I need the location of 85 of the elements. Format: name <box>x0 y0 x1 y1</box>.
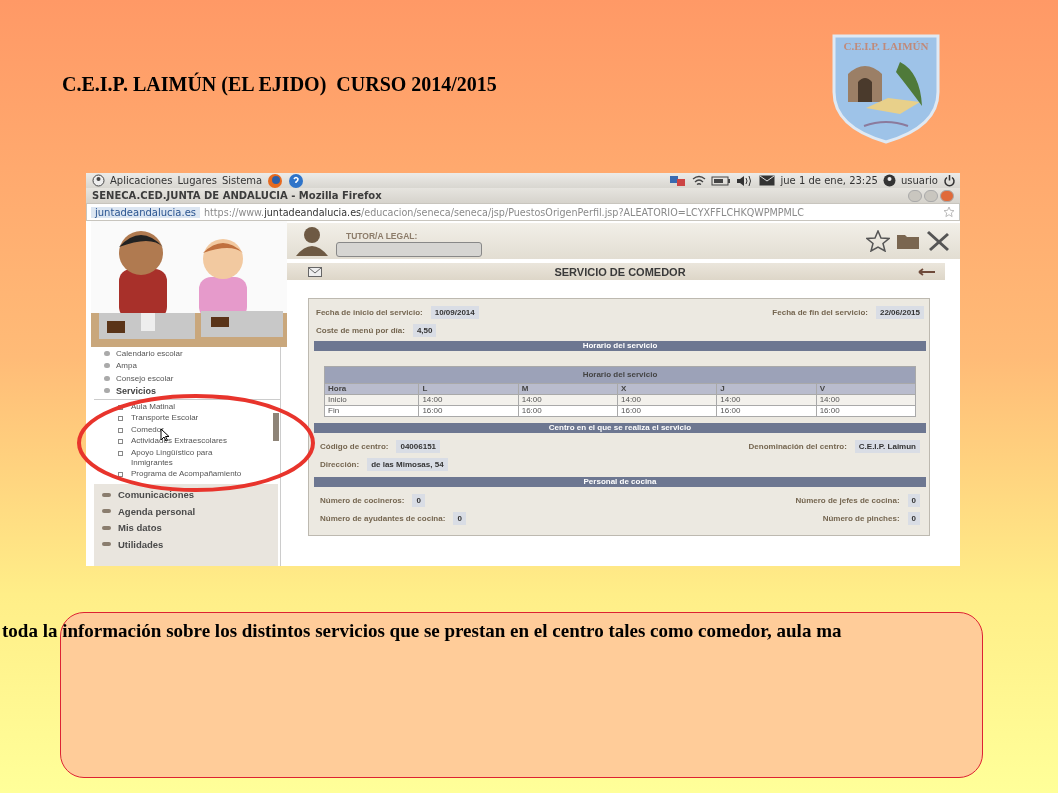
sidebar-subitem[interactable]: Comedor <box>131 424 164 435</box>
sidebar-section[interactable]: Utilidades <box>118 538 164 550</box>
field-value: 10/09/2014 <box>430 305 479 319</box>
table-cell: 16:00 <box>418 405 519 417</box>
field-value: 0 <box>453 511 466 525</box>
table-title: Horario del servicio <box>324 366 916 384</box>
back-arrow-icon[interactable] <box>918 267 936 276</box>
tutor-label: TUTOR/A LEGAL: <box>345 231 419 241</box>
field-label: Número de cocineros: <box>320 495 405 505</box>
network-icon[interactable] <box>669 174 688 187</box>
column-header: L <box>418 383 519 395</box>
slide-title: C.E.I.P. LAIMÚN (EL EJIDO) CURSO 2014/2015 <box>62 73 498 96</box>
section-header: Horario del servicio <box>314 341 926 351</box>
scroll-handle[interactable] <box>273 413 279 441</box>
site-identity[interactable]: juntadeandalucia.es <box>91 206 200 218</box>
sidebar-item[interactable]: Ampa <box>116 361 137 371</box>
sidebar-section[interactable]: Agenda personal <box>118 505 196 517</box>
table-cell: Inicio <box>324 394 419 406</box>
field-label: Número de pinches: <box>822 513 900 523</box>
clock[interactable]: jue 1 de ene, 23:25 <box>780 175 878 186</box>
sidebar-item[interactable]: Servicios <box>116 385 157 396</box>
star-icon[interactable] <box>866 230 890 252</box>
table-cell: 16:00 <box>816 405 916 417</box>
column-header: V <box>816 383 916 395</box>
table-cell: 16:00 <box>518 405 618 417</box>
panel-menu[interactable]: Lugares <box>177 175 217 186</box>
firefox-icon[interactable] <box>267 173 284 189</box>
field-value: 22/06/2015 <box>875 305 924 319</box>
field-label: Fecha de fin del servicio: <box>772 307 868 317</box>
tools-icon[interactable] <box>926 230 950 252</box>
field-label: Denominación del centro: <box>748 441 847 451</box>
user-name[interactable]: usuario <box>900 175 938 186</box>
table-cell: 14:00 <box>816 394 916 406</box>
field-value: C.E.I.P. Laimun <box>854 439 920 453</box>
bookmark-star-icon[interactable] <box>943 206 955 218</box>
battery-icon[interactable] <box>711 175 732 186</box>
sidebar-subitem[interactable]: Programa de Acompañamiento <box>131 469 242 479</box>
envelope-icon[interactable] <box>308 266 322 277</box>
power-icon[interactable] <box>943 174 956 187</box>
url-text: https://www.juntadeandalucia.es/educacion/seneca/seneca/jsp/PuestosOrigenPerfil.jsp?ALEATORIO=LCYXFFLCHKQWPMPMLC <box>204 206 804 218</box>
section-title: SERVICIO DE COMEDOR <box>553 265 687 278</box>
column-header: M <box>518 383 618 395</box>
column-header: Hora <box>324 383 419 395</box>
table-cell: 14:00 <box>617 394 717 406</box>
table-cell: Fin <box>324 405 419 417</box>
sidebar-item[interactable]: Consejo escolar <box>116 373 174 383</box>
field-value: 4,50 <box>412 323 437 337</box>
wifi-icon[interactable] <box>692 174 707 187</box>
table-cell: 16:00 <box>617 405 717 417</box>
field-label: Número de ayudantes de cocina: <box>320 513 446 523</box>
field-value: de las Mimosas, 54 <box>367 457 448 471</box>
caption-text: toda la información sobre los distintos servicios que se prestan en el centro tales como comedor, aula ma <box>2 620 842 642</box>
field-label: Coste de menú por día: <box>316 325 405 335</box>
window-title: SENECA.CED.JUNTA DE ANDALUCIA - Mozilla Firefox <box>92 190 382 201</box>
help-icon[interactable] <box>288 173 305 189</box>
field-label: Código de centro: <box>320 441 389 451</box>
table-cell: 16:00 <box>716 405 817 417</box>
user-icon[interactable] <box>882 174 896 187</box>
field-label: Número de jefes de cocina: <box>795 495 900 505</box>
sidebar-subitem[interactable]: Transporte Escolar <box>131 413 199 423</box>
field-value: 0 <box>907 493 920 507</box>
field-value: 0 <box>412 493 425 507</box>
panel-menu[interactable]: Sistema <box>221 175 263 186</box>
column-header: X <box>617 383 717 395</box>
sidebar-subitem[interactable]: Actividades Extraescolares <box>131 436 228 446</box>
mail-icon[interactable] <box>759 175 776 186</box>
field-value: 0 <box>907 511 920 525</box>
sidebar-section[interactable]: Comunicaciones <box>118 489 195 501</box>
table-cell: 14:00 <box>518 394 618 406</box>
field-label: Dirección: <box>320 459 360 469</box>
folder-icon[interactable] <box>896 232 920 250</box>
field-value: 04006151 <box>396 439 441 453</box>
table-cell: 14:00 <box>716 394 817 406</box>
url-bar[interactable]: juntadeandalucia.es https://www.juntadeandalucia.es/educacion/seneca/seneca/jsp/PuestosOrigenPerfil.jsp?ALEATORIO=LCYXFFLCHKQWPMPMLC <box>86 203 960 221</box>
column-header: J <box>716 383 817 395</box>
person-icon <box>294 226 330 256</box>
section-header: Personal de cocina <box>314 477 926 487</box>
sidebar-subitem[interactable]: Apoyo Lingüístico para Inmigrantes <box>131 447 251 468</box>
section-header: Centro en el que se realiza el servicio <box>314 423 926 433</box>
sidebar-subitem[interactable]: Aula Matinal <box>131 401 176 412</box>
sidebar-section[interactable]: Mis datos <box>118 522 162 534</box>
sidebar-item[interactable]: Calendario escolar <box>116 348 183 358</box>
table-cell: 14:00 <box>418 394 519 406</box>
panel-menu[interactable]: Aplicaciones <box>110 175 173 186</box>
field-label: Fecha de inicio del servicio: <box>316 307 423 317</box>
